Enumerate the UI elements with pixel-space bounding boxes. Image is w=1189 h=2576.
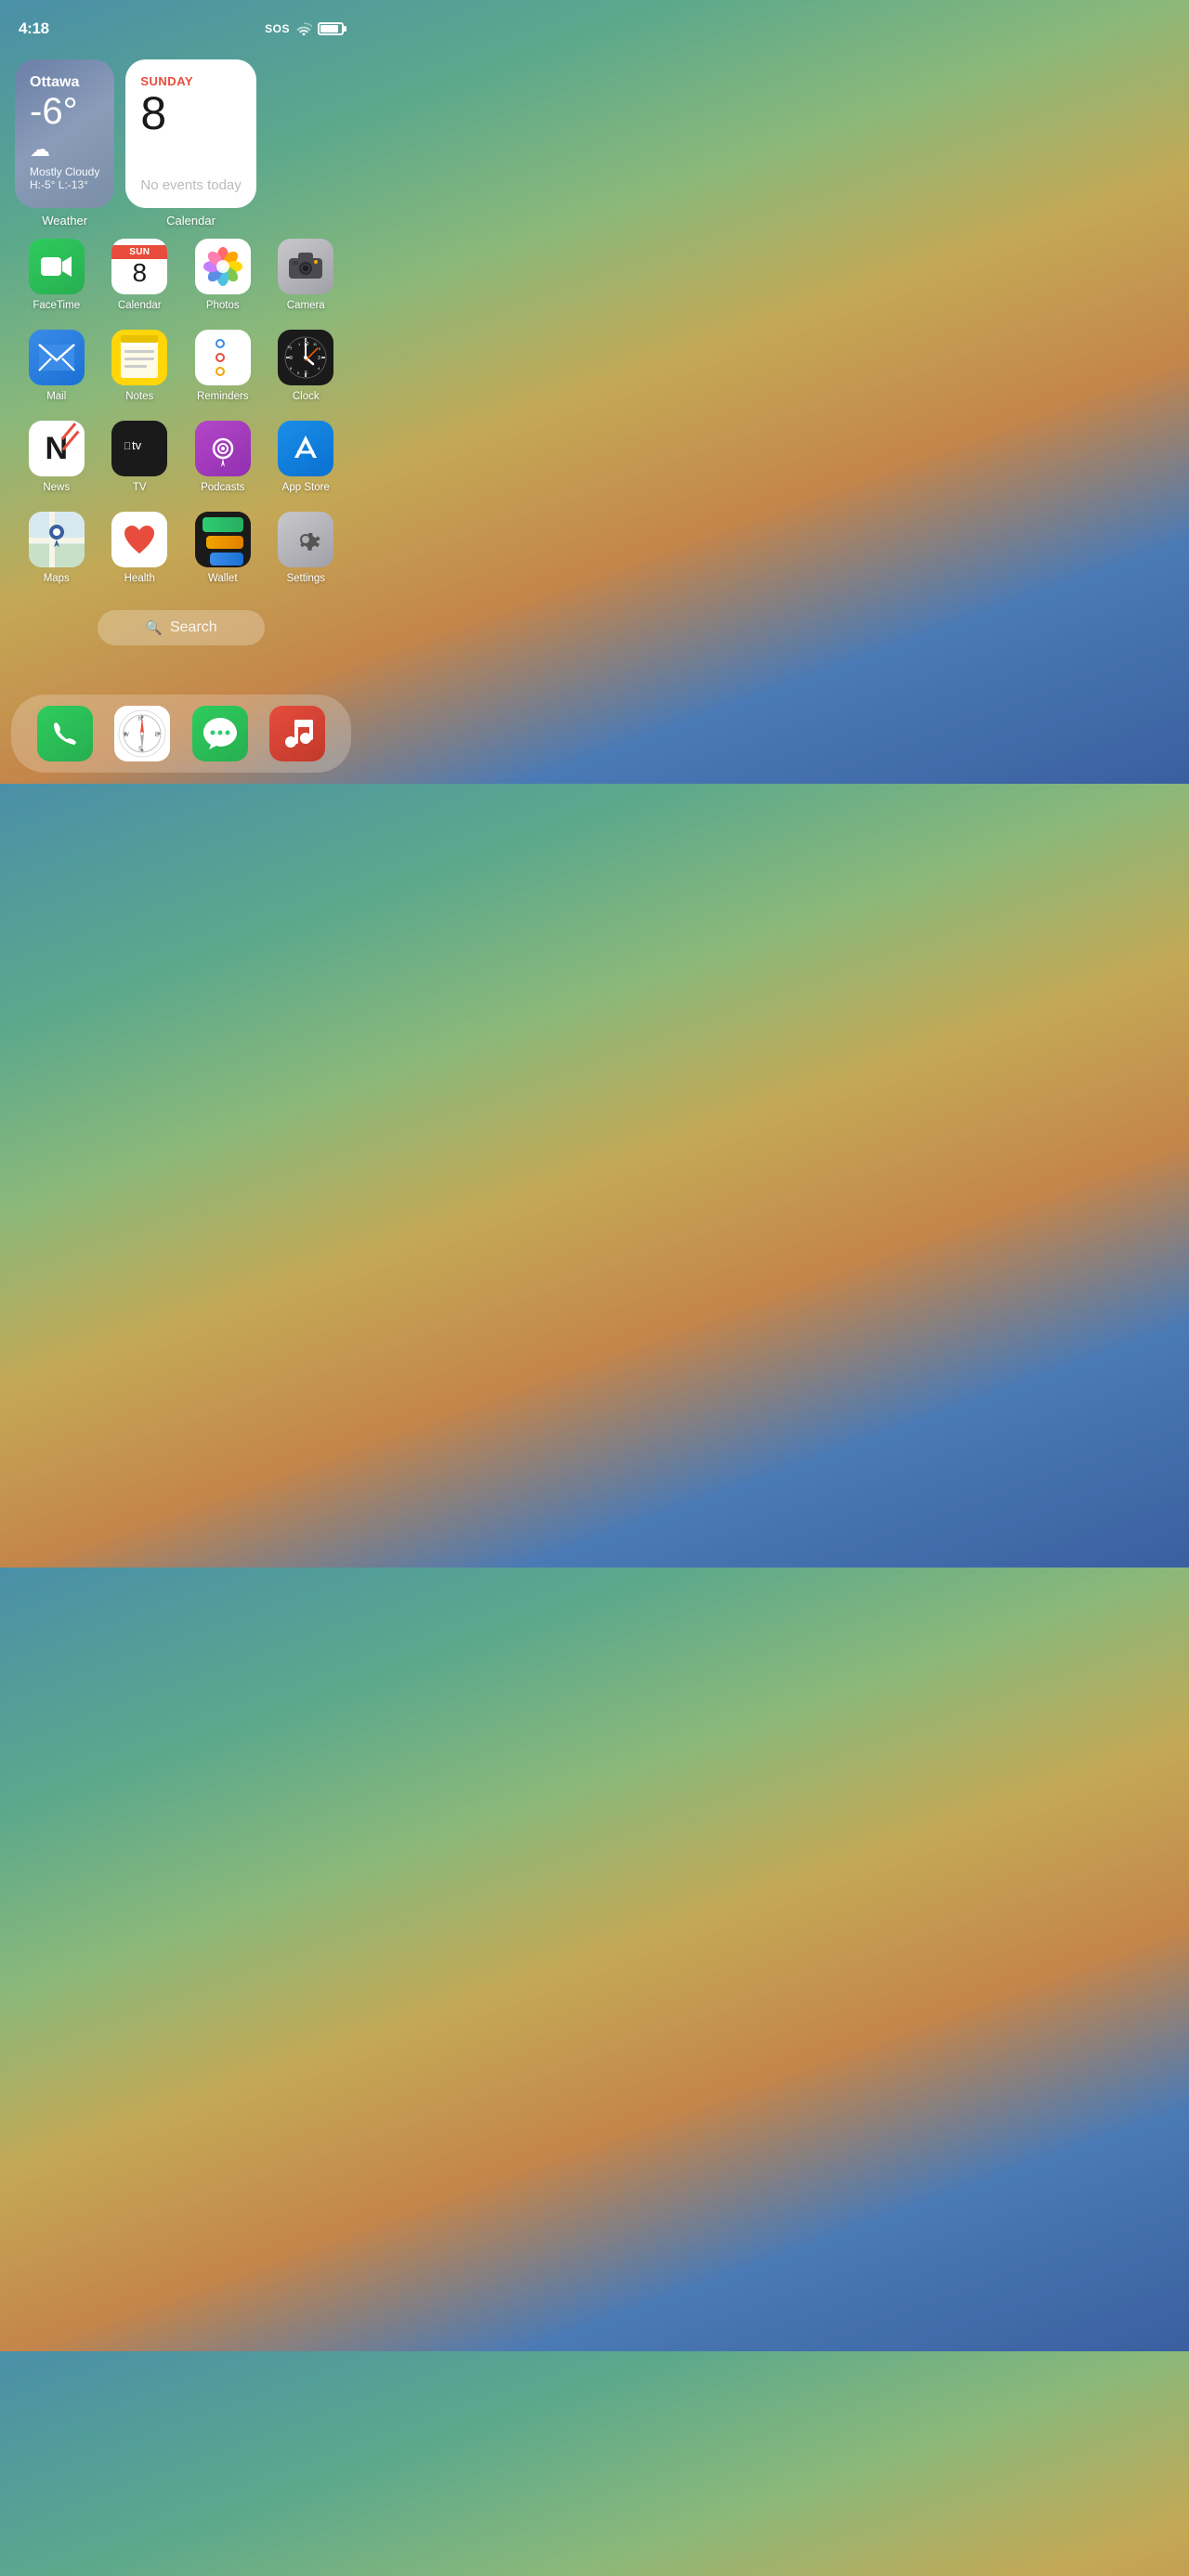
photos-flower-svg (203, 246, 243, 287)
health-icon (111, 512, 167, 567)
maps-icon (29, 512, 85, 567)
podcasts-icon (195, 421, 251, 476)
camera-label: Camera (287, 300, 325, 311)
battery-icon (318, 22, 344, 35)
app-grid-row-1: FaceTime SUN 8 Calendar (15, 239, 347, 584)
news-label: News (43, 482, 70, 493)
cal-icon-date: 8 (132, 259, 147, 288)
app-tv[interactable]:  tv TV (102, 421, 178, 493)
weather-widget-wrapper: Ottawa -6° ☁ Mostly Cloudy H:-5° L:-13° … (15, 59, 114, 228)
news-icon: N (29, 421, 85, 476)
dock-messages[interactable]: Messages (192, 706, 248, 761)
app-wallet[interactable]: Wallet (185, 512, 261, 584)
app-facetime[interactable]: FaceTime (19, 239, 95, 311)
calendar-widget[interactable]: SUNDAY 8 No events today (125, 59, 255, 208)
appstore-label: App Store (282, 482, 330, 493)
facetime-label: FaceTime (33, 300, 80, 311)
calendar-widget-wrapper: SUNDAY 8 No events today Calendar (125, 59, 255, 228)
svg-text:12: 12 (304, 342, 309, 347)
dock-phone[interactable]: Phone (37, 706, 93, 761)
svg-text:6: 6 (305, 371, 307, 376)
camera-icon (278, 239, 333, 294)
wifi-icon (295, 22, 312, 35)
calendar-label: Calendar (118, 300, 162, 311)
settings-icon (278, 512, 333, 567)
app-photos[interactable]: Photos (185, 239, 261, 311)
svg-text:S: S (138, 747, 142, 752)
status-bar: 4:18 SOS (0, 0, 362, 45)
clock-icon: 12 3 6 9 11 10 4 2 8 1 7 5 (278, 330, 333, 385)
calendar-date-number: 8 (140, 90, 241, 137)
calendar-app-icon: SUN 8 (111, 239, 167, 294)
safari-icon: N S W E (114, 706, 170, 761)
weather-cloud-icon: ☁ (30, 137, 99, 162)
home-screen: Ottawa -6° ☁ Mostly Cloudy H:-5° L:-13° … (0, 45, 362, 645)
weather-city: Ottawa (30, 74, 99, 91)
tv-label: TV (133, 482, 147, 493)
app-news[interactable]: N News (19, 421, 95, 493)
svg-text:3: 3 (318, 356, 320, 361)
reminders-label: Reminders (197, 391, 249, 402)
app-settings[interactable]: Settings (268, 512, 345, 584)
appstore-icon (278, 421, 333, 476)
svg-text::  (124, 441, 131, 452)
app-appstore[interactable]: App Store (268, 421, 345, 493)
notes-label: Notes (125, 391, 153, 402)
app-mail[interactable]: Mail (19, 330, 95, 402)
app-health[interactable]: Health (102, 512, 178, 584)
search-button[interactable]: 🔍 Search (98, 610, 265, 645)
messages-icon (192, 706, 248, 761)
search-icon: 🔍 (145, 619, 163, 636)
photos-label: Photos (206, 300, 240, 311)
weather-temperature: -6° (30, 93, 99, 130)
phone-icon (37, 706, 93, 761)
calendar-no-events: No events today (140, 170, 241, 193)
app-notes[interactable]: Notes (102, 330, 178, 402)
podcasts-label: Podcasts (201, 482, 244, 493)
search-bar: 🔍 Search (15, 610, 347, 645)
notes-icon (111, 330, 167, 385)
tv-icon:  tv (111, 421, 167, 476)
dock-safari[interactable]: N S W E Safari (114, 706, 170, 761)
music-icon (269, 706, 325, 761)
calendar-day-name: SUNDAY (140, 74, 241, 88)
weather-widget[interactable]: Ottawa -6° ☁ Mostly Cloudy H:-5° L:-13° (15, 59, 114, 208)
svg-text:9: 9 (290, 356, 293, 361)
photos-icon (195, 239, 251, 294)
calendar-widget-label: Calendar (125, 214, 255, 228)
app-camera[interactable]: Camera (268, 239, 345, 311)
widgets-row: Ottawa -6° ☁ Mostly Cloudy H:-5° L:-13° … (15, 59, 347, 228)
health-label: Health (124, 573, 155, 584)
cal-icon-day: SUN (111, 245, 167, 259)
app-maps[interactable]: Maps (19, 512, 95, 584)
wallet-icon (195, 512, 251, 567)
reminders-icon (195, 330, 251, 385)
weather-description: Mostly Cloudy (30, 165, 99, 178)
maps-label: Maps (44, 573, 70, 584)
mail-icon (29, 330, 85, 385)
dock: Phone N S W E Safari (11, 695, 351, 773)
settings-label: Settings (286, 573, 325, 584)
facetime-icon (29, 239, 85, 294)
dock-music[interactable]: Music (269, 706, 325, 761)
svg-text:tv: tv (132, 438, 142, 452)
app-calendar[interactable]: SUN 8 Calendar (102, 239, 178, 311)
status-time: 4:18 (19, 20, 49, 38)
search-label: Search (170, 619, 217, 636)
app-clock[interactable]: 12 3 6 9 11 10 4 2 8 1 7 5 Clock (268, 330, 345, 402)
app-podcasts[interactable]: Podcasts (185, 421, 261, 493)
clock-label: Clock (293, 391, 320, 402)
svg-text:N: N (138, 717, 142, 722)
weather-high-low: H:-5° L:-13° (30, 178, 99, 191)
weather-widget-label: Weather (15, 214, 114, 228)
sos-indicator: SOS (265, 22, 290, 35)
svg-text:E: E (155, 733, 159, 738)
wallet-label: Wallet (208, 573, 238, 584)
svg-text:W: W (124, 733, 129, 738)
app-reminders[interactable]: Reminders (185, 330, 261, 402)
mail-label: Mail (46, 391, 66, 402)
status-icons: SOS (265, 22, 344, 35)
